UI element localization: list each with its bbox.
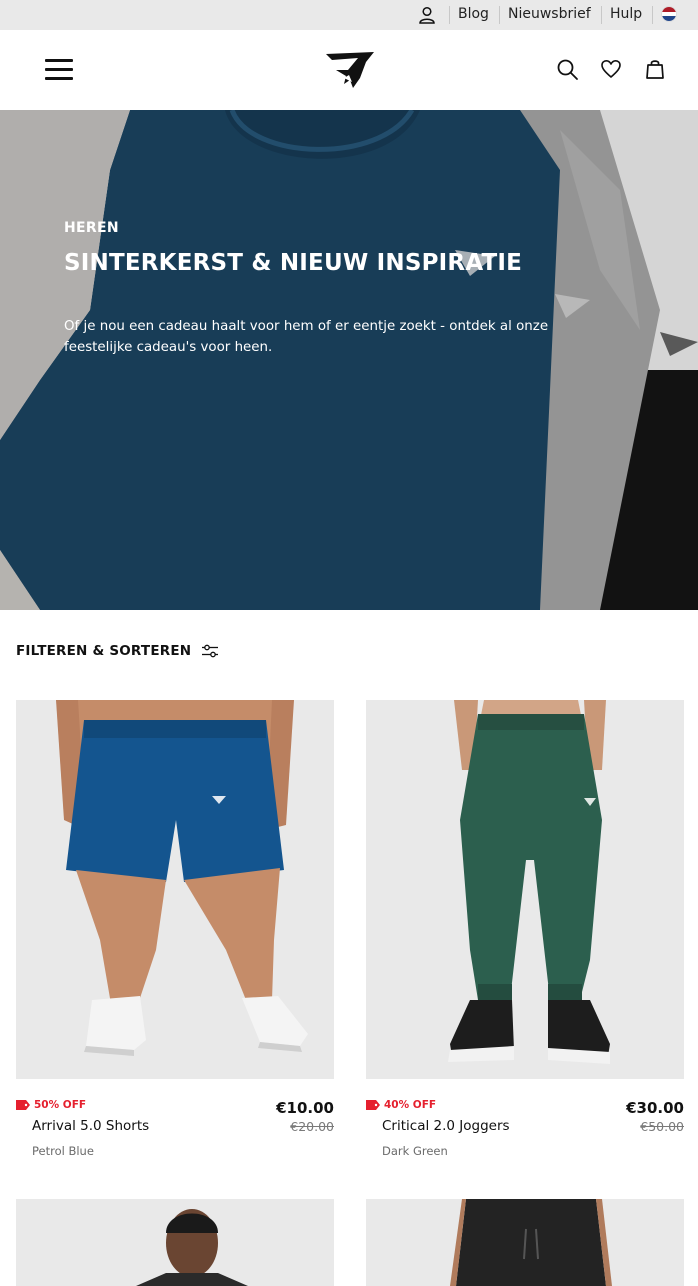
menu-icon[interactable] bbox=[45, 59, 73, 81]
price-tag-icon bbox=[16, 1100, 30, 1110]
gymshark-logo[interactable] bbox=[322, 50, 376, 90]
product-color: Dark Green bbox=[382, 1144, 448, 1158]
hero-image bbox=[0, 110, 698, 610]
original-price: €20.00 bbox=[290, 1119, 334, 1134]
heart-icon[interactable] bbox=[599, 57, 623, 81]
product-card[interactable]: 40% OFF Critical 2.0 Joggers Dark Green … bbox=[366, 700, 684, 1170]
price-tag-icon bbox=[366, 1100, 380, 1110]
hero-eyebrow: HEREN bbox=[64, 220, 119, 236]
hero-banner[interactable]: HEREN SINTERKERST & NIEUW INSPIRATIE Of … bbox=[0, 110, 698, 610]
filter-sort-button[interactable]: FILTEREN & SORTEREN bbox=[16, 640, 219, 662]
netherlands-flag-icon[interactable] bbox=[661, 6, 677, 22]
utility-bar: Blog Nieuwsbrief Hulp bbox=[0, 0, 698, 30]
divider bbox=[652, 6, 653, 24]
product-image[interactable] bbox=[366, 1199, 684, 1286]
sale-price: €30.00 bbox=[626, 1099, 684, 1117]
sale-badge: 40% OFF bbox=[366, 1099, 436, 1111]
account-icon[interactable] bbox=[417, 5, 437, 25]
product-name[interactable]: Arrival 5.0 Shorts bbox=[32, 1118, 149, 1134]
filter-sort-label: FILTEREN & SORTEREN bbox=[16, 643, 192, 659]
hero-title: SINTERKERST & NIEUW INSPIRATIE bbox=[64, 250, 523, 276]
product-image[interactable] bbox=[16, 700, 334, 1079]
search-icon[interactable] bbox=[555, 57, 579, 81]
bag-icon[interactable] bbox=[643, 57, 667, 81]
discount-label: 50% OFF bbox=[34, 1099, 87, 1111]
divider bbox=[449, 6, 450, 24]
product-name[interactable]: Critical 2.0 Joggers bbox=[382, 1118, 510, 1134]
sale-badge: 50% OFF bbox=[16, 1099, 86, 1111]
help-link[interactable]: Hulp bbox=[610, 5, 642, 23]
sale-price: €10.00 bbox=[276, 1099, 334, 1117]
product-color: Petrol Blue bbox=[32, 1144, 94, 1158]
divider bbox=[601, 6, 602, 24]
blog-link[interactable]: Blog bbox=[458, 5, 489, 23]
sliders-icon bbox=[202, 644, 219, 658]
hero-description: Of je nou een cadeau haalt voor hem of e… bbox=[64, 319, 549, 355]
site-header bbox=[0, 30, 698, 110]
newsletter-link[interactable]: Nieuwsbrief bbox=[508, 5, 591, 23]
product-image[interactable] bbox=[366, 700, 684, 1079]
discount-label: 40% OFF bbox=[384, 1099, 437, 1111]
product-image[interactable] bbox=[16, 1199, 334, 1286]
product-card[interactable]: 50% OFF Arrival 5.0 Shorts Petrol Blue €… bbox=[16, 700, 334, 1170]
original-price: €50.00 bbox=[640, 1119, 684, 1134]
divider bbox=[499, 6, 500, 24]
